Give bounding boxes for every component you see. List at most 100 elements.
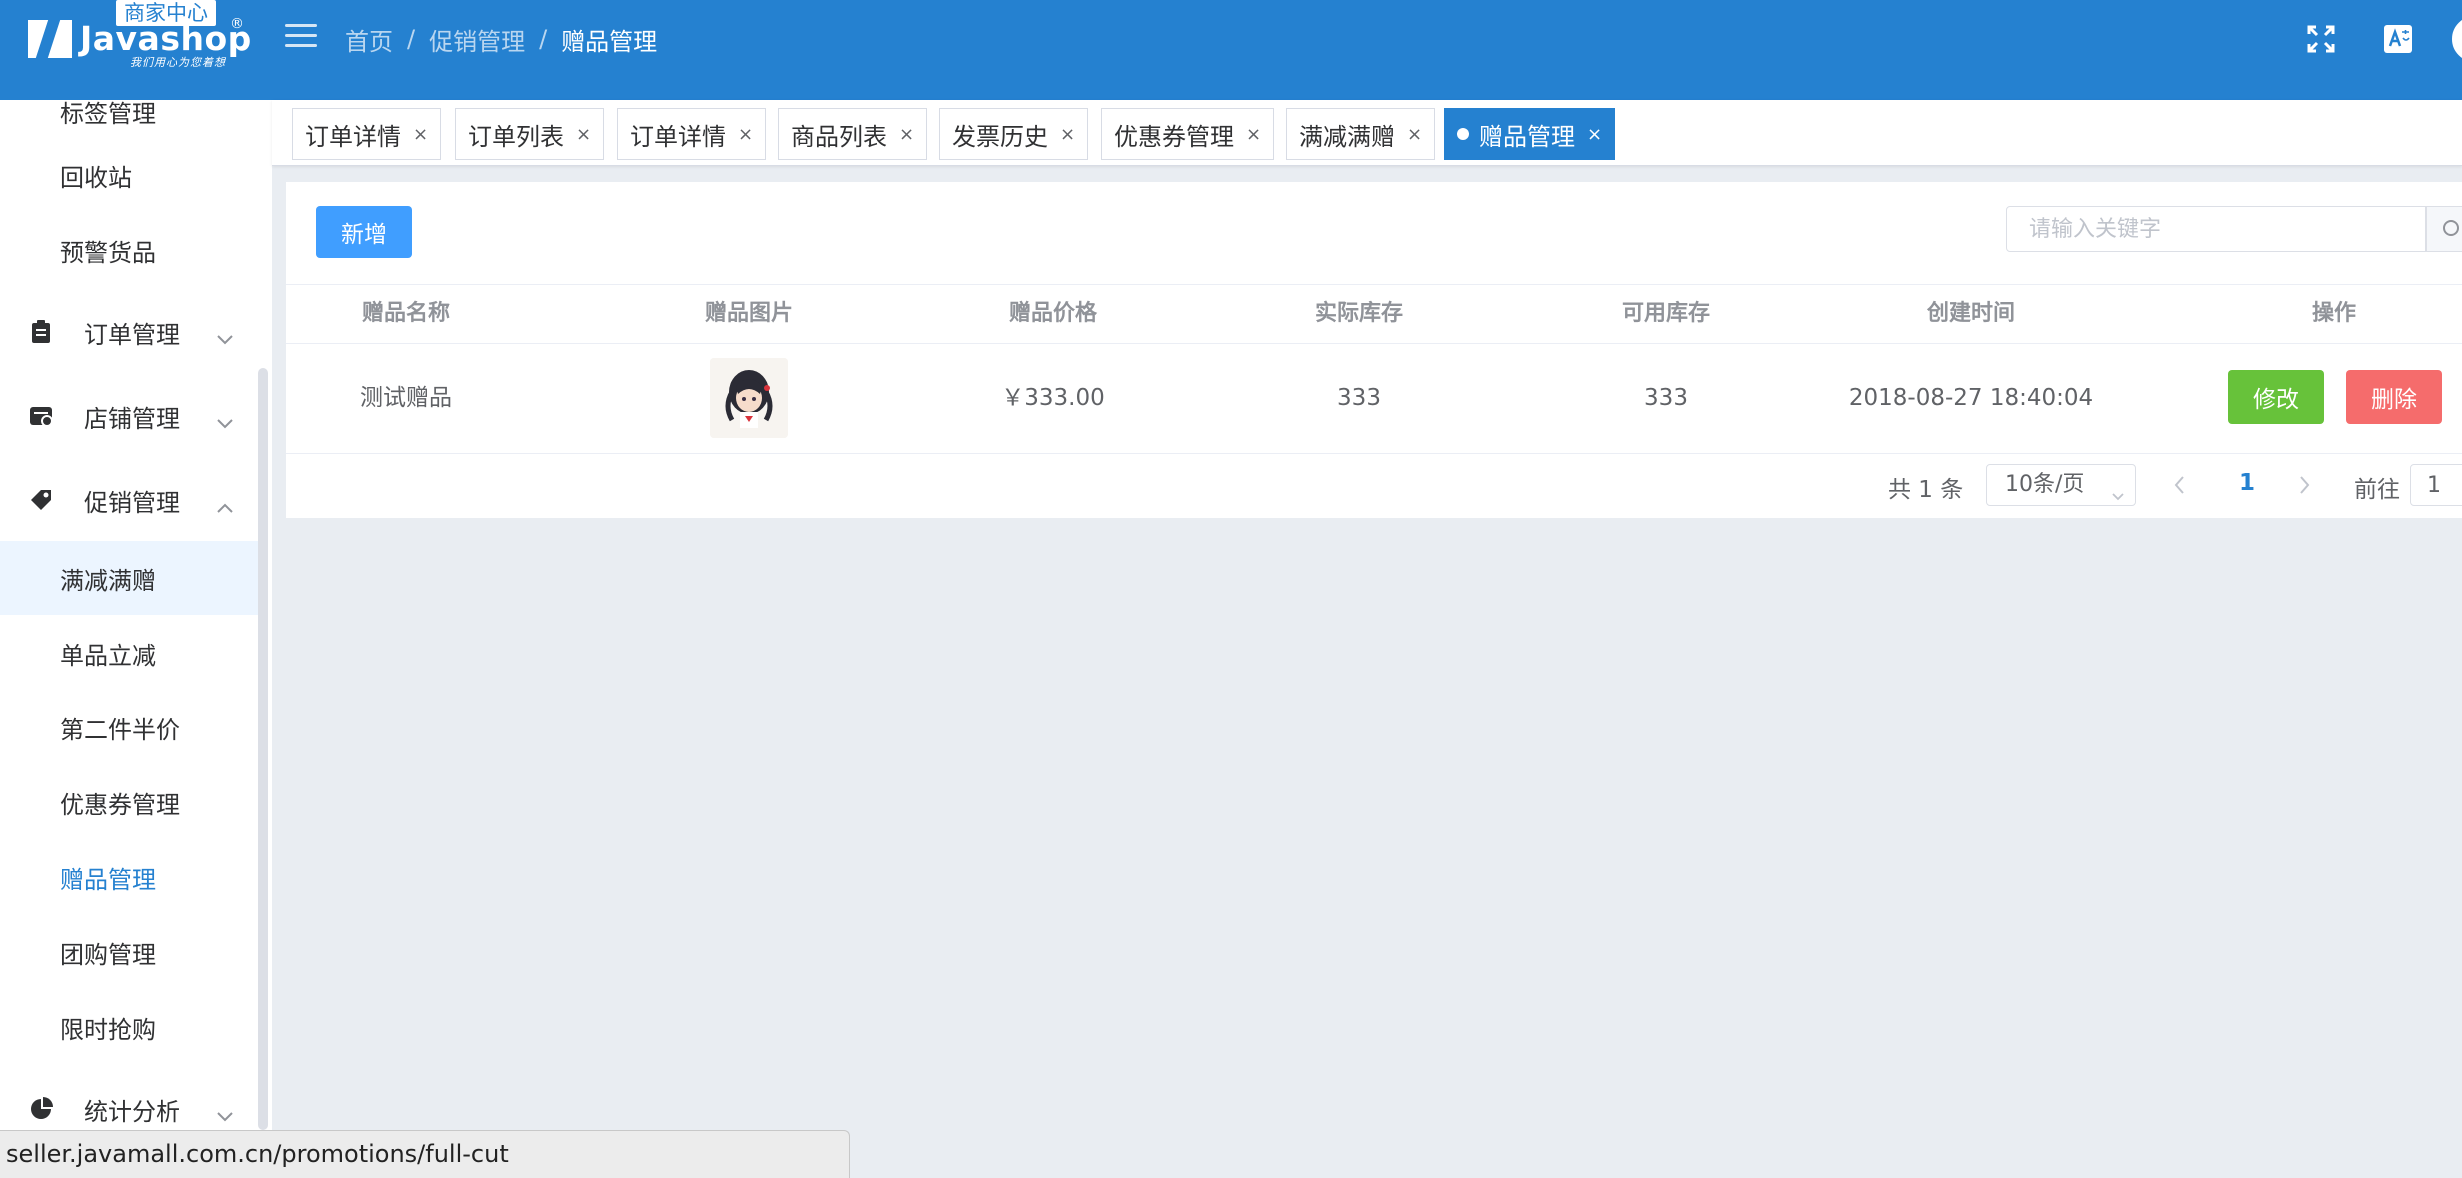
edit-button[interactable]: 修改 [2228,370,2324,424]
sidebar-item-recycle-bin[interactable]: 回收站 [0,138,258,212]
fullscreen-icon[interactable] [2304,22,2338,56]
hamburger-menu-icon[interactable] [285,24,317,50]
sidebar-item-flash-sale[interactable]: 限时抢购 [0,990,258,1064]
sidebar-item-single-discount[interactable]: 单品立减 [0,616,258,690]
table-header: 赠品名称 赠品图片 赠品价格 实际库存 可用库存 创建时间 操作 [286,284,2462,344]
sidebar-item-full-cut[interactable]: 满减满赠 [0,541,258,615]
breadcrumb-home[interactable]: 首页 [345,22,393,57]
tab-order-detail-2[interactable]: 订单详情 × [617,108,767,160]
chevron-down-icon [216,325,234,345]
javashop-logo-mark-icon [28,20,72,58]
column-header: 操作 [2311,301,2356,326]
pagination-total: 共 1 条 [1888,477,1964,503]
tags-view-bar: 订单详情 × 订单列表 × 订单详情 × 商品列表 × 发票历史 × 优惠券管理… [272,100,2462,166]
sidebar-item-label: 预警货品 [60,238,156,267]
close-icon[interactable]: × [899,124,914,145]
page-number[interactable]: 1 [2232,470,2262,496]
goto-page-input[interactable] [2410,464,2462,506]
tab-order-detail[interactable]: 订单详情 × [292,108,442,160]
breadcrumb-current: 赠品管理 [561,27,658,56]
gift-price: ￥333.00 [1001,385,1105,411]
sidebar-item-coupons[interactable]: 优惠券管理 [0,765,258,839]
close-icon[interactable]: × [413,124,428,145]
page-size-select[interactable]: 10条/页 [1986,464,2136,506]
shop-icon [28,403,54,429]
table-row: 测试赠品 ￥333.00 333 333 2018-08-27 18:40:04… [286,344,2462,454]
sidebar-item-shop[interactable]: 店铺管理 [0,379,258,453]
tab-goods-list[interactable]: 商品列表 × [778,108,928,160]
status-url-bar: seller.javamall.com.cn/promotions/full-c… [0,1130,850,1178]
page-size-value: 10条/页 [2005,472,2085,497]
sidebar-item-orders[interactable]: 订单管理 [0,295,258,369]
search-icon [2443,220,2459,236]
column-header: 可用库存 [1621,301,1710,326]
tab-coupons[interactable]: 优惠券管理 × [1101,108,1275,160]
sidebar-item-promotions[interactable]: 促销管理 [0,463,258,537]
tab-label: 订单详情 [305,122,401,151]
bottom-strip [850,1160,2462,1178]
sidebar-item-label: 优惠券管理 [60,790,180,819]
close-icon[interactable]: × [1407,124,1422,145]
tab-order-list[interactable]: 订单列表 × [455,108,605,160]
close-icon[interactable]: × [1060,124,1075,145]
tab-label: 商品列表 [791,122,887,151]
created-at: 2018-08-27 18:40:04 [1848,385,2094,411]
close-icon[interactable]: × [738,124,753,145]
pie-chart-icon [28,1096,54,1122]
chevron-down-icon [2111,477,2125,501]
breadcrumb-promotions[interactable]: 促销管理 [429,22,525,57]
sidebar-item-label: 促销管理 [84,488,180,517]
actual-stock: 333 [1337,385,1381,411]
column-header: 赠品图片 [704,301,793,326]
gift-list-card: 新增 赠品名称 赠品图片 赠品价格 实际库存 可用库存 创建时间 操作 测试赠品 [286,182,2462,518]
tab-label: 优惠券管理 [1114,122,1234,151]
sidebar-item-label: 店铺管理 [84,404,180,433]
sidebar-item-half-price[interactable]: 第二件半价 [0,690,258,764]
sidebar-item-group-buy[interactable]: 团购管理 [0,915,258,989]
sidebar-item-label: 订单管理 [84,320,180,349]
chevron-up-icon [216,493,234,513]
breadcrumb-separator: / [407,25,416,53]
sidebar-item-label: 第二件半价 [60,715,180,744]
chevron-down-icon [216,1102,234,1122]
tab-label: 满减满赠 [1299,122,1395,151]
breadcrumb-separator: / [539,25,548,53]
available-stock: 333 [1644,385,1688,411]
chevron-down-icon [216,409,234,429]
sidebar-item-label: 团购管理 [60,940,156,969]
tab-full-cut[interactable]: 满减满赠 × [1286,108,1436,160]
sidebar-item-warning-goods[interactable]: 预警货品 [0,213,258,287]
logo-registered-mark: ® [230,16,244,32]
column-header: 创建时间 [1926,301,2015,326]
close-icon[interactable]: × [576,124,591,145]
tab-label: 订单详情 [630,122,726,151]
close-icon[interactable]: × [1587,124,1602,145]
tab-invoice-history[interactable]: 发票历史 × [939,108,1089,160]
tab-label: 发票历史 [952,122,1048,151]
clipboard-icon [28,319,54,345]
close-icon[interactable]: × [1246,124,1261,145]
translate-icon[interactable] [2381,22,2415,56]
search-input[interactable] [2006,206,2426,252]
avatar[interactable] [2452,16,2462,62]
tab-label: 赠品管理 [1479,122,1575,151]
logo[interactable]: Javashop ® 商家中心 我们用心为您着想 [24,0,254,100]
sidebar-scrollbar[interactable] [258,368,268,1130]
prev-page-icon[interactable] [2168,472,2192,498]
gift-image [710,358,788,438]
sidebar-item-gifts[interactable]: 赠品管理 [0,840,258,914]
add-gift-button[interactable]: 新增 [316,206,412,258]
pagination: 共 1 条 10条/页 1 前往 [286,462,2462,510]
logo-badge: 商家中心 [116,0,216,26]
delete-button[interactable]: 删除 [2346,370,2442,424]
search-button[interactable] [2426,206,2462,252]
tab-gifts[interactable]: 赠品管理 × [1444,108,1616,160]
sidebar-item-label: 单品立减 [60,641,156,670]
sidebar-item-label: 限时抢购 [60,1015,156,1044]
logo-slogan: 我们用心为您着想 [130,56,226,69]
gift-name: 测试赠品 [360,385,452,411]
top-header: Javashop ® 商家中心 我们用心为您着想 首页 / 促销管理 / 赠品管… [0,0,2462,100]
breadcrumb: 首页 / 促销管理 / 赠品管理 [345,22,657,56]
active-dot-icon [1457,128,1469,140]
next-page-icon[interactable] [2292,472,2316,498]
